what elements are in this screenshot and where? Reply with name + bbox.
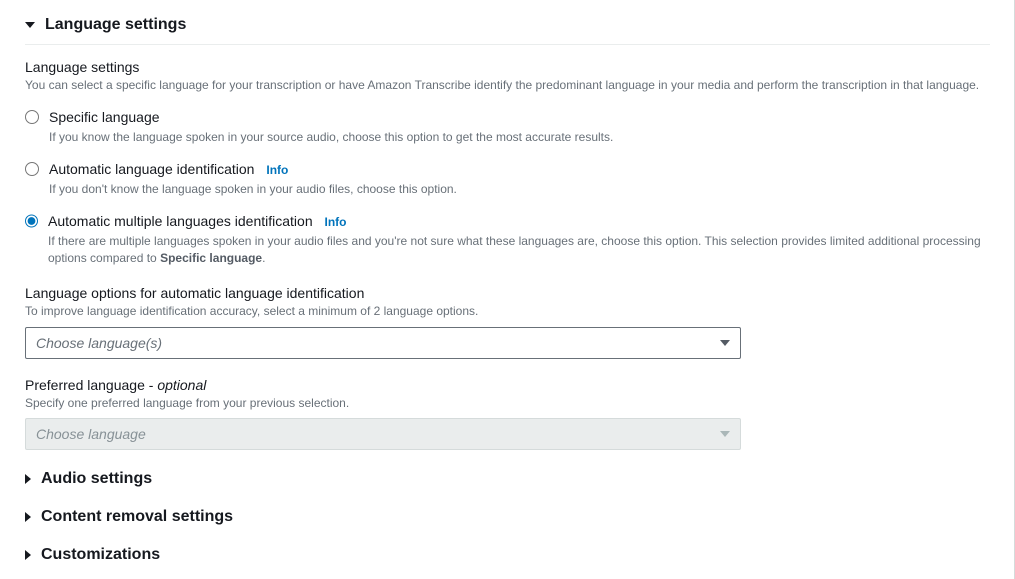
section-title: Audio settings [41, 470, 152, 488]
caret-right-icon [25, 550, 31, 560]
content-removal-settings-header[interactable]: Content removal settings [25, 498, 990, 536]
select-placeholder: Choose language [36, 426, 146, 442]
radio-label-text: Automatic language identification [49, 161, 254, 177]
preferred-language-select: Choose language [25, 418, 741, 450]
preferred-language-help: Specify one preferred language from your… [25, 395, 990, 412]
radio-input-specific[interactable] [25, 110, 39, 124]
caret-right-icon [25, 512, 31, 522]
radio-label-text: Automatic multiple languages identificat… [48, 213, 313, 229]
radio-description: If you don't know the language spoken in… [49, 181, 457, 198]
radio-description: If you know the language spoken in your … [49, 129, 613, 146]
language-settings-subheading: Language settings [25, 59, 990, 75]
radio-input-auto-multi[interactable] [25, 214, 38, 228]
language-options-select[interactable]: Choose language(s) [25, 327, 741, 359]
radio-automatic-identification[interactable]: Automatic language identification Info I… [25, 160, 990, 198]
language-options-label: Language options for automatic language … [25, 285, 990, 301]
info-link[interactable]: Info [266, 163, 288, 177]
customizations-header[interactable]: Customizations [25, 536, 990, 574]
section-title: Language settings [45, 16, 186, 34]
language-settings-header[interactable]: Language settings [25, 2, 990, 45]
radio-input-auto[interactable] [25, 162, 39, 176]
audio-settings-header[interactable]: Audio settings [25, 460, 990, 498]
radio-label: Automatic multiple languages identificat… [48, 212, 990, 231]
chevron-down-icon [720, 431, 730, 437]
preferred-language-label: Preferred language - optional [25, 377, 990, 393]
radio-description: If there are multiple languages spoken i… [48, 233, 990, 268]
radio-automatic-multiple-identification[interactable]: Automatic multiple languages identificat… [25, 212, 990, 267]
radio-label: Specific language [49, 108, 613, 126]
caret-right-icon [25, 474, 31, 484]
language-options-help: To improve language identification accur… [25, 303, 990, 320]
select-placeholder: Choose language(s) [36, 335, 162, 351]
chevron-down-icon [720, 340, 730, 346]
section-title: Customizations [41, 546, 160, 564]
language-mode-radio-group: Specific language If you know the langua… [25, 108, 990, 267]
desc-suffix: . [262, 251, 265, 265]
info-link[interactable]: Info [325, 215, 347, 229]
radio-label: Automatic language identification Info [49, 160, 457, 179]
caret-down-icon [25, 22, 35, 28]
label-optional: optional [157, 377, 206, 393]
label-text: Preferred language - [25, 377, 157, 393]
desc-bold: Specific language [160, 251, 262, 265]
radio-specific-language[interactable]: Specific language If you know the langua… [25, 108, 990, 146]
section-title: Content removal settings [41, 508, 233, 526]
language-settings-description: You can select a specific language for y… [25, 77, 990, 94]
